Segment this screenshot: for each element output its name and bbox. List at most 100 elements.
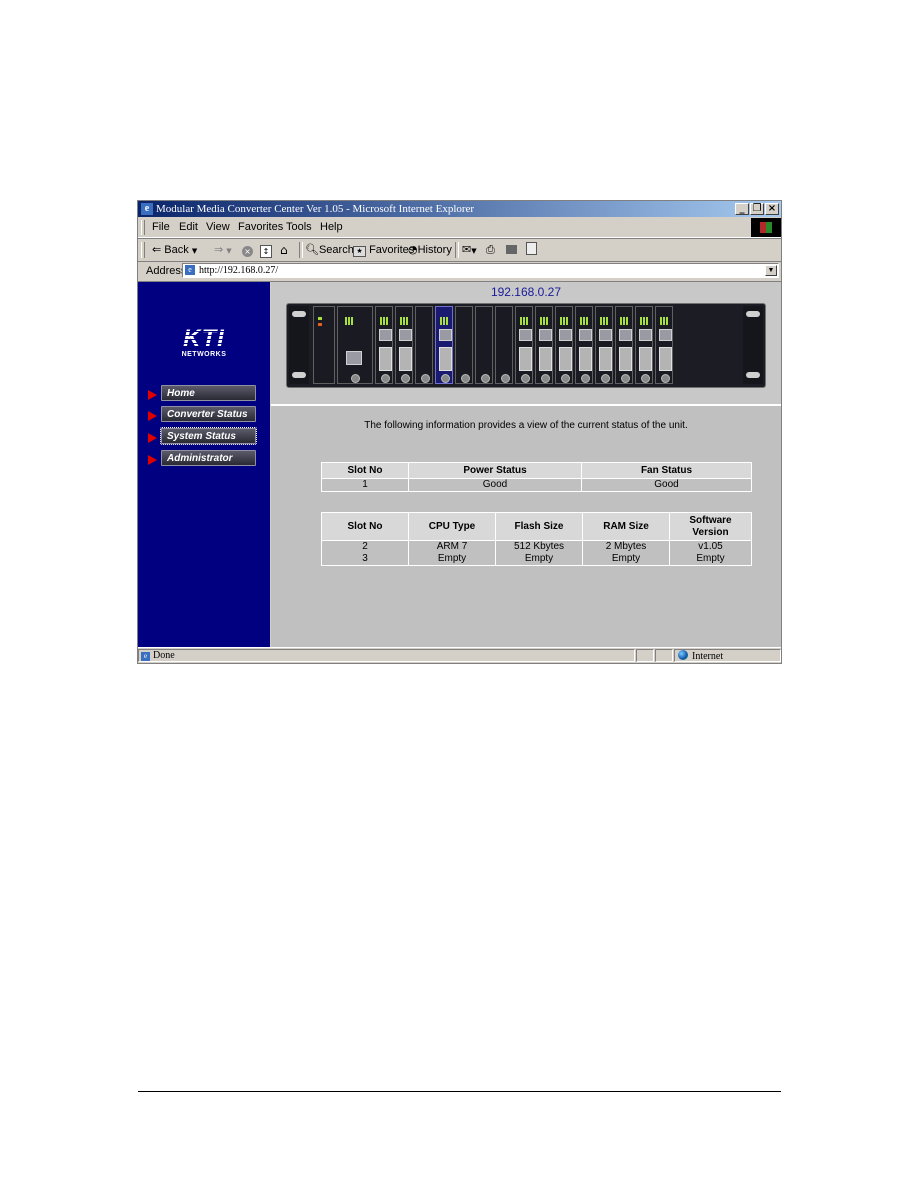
red-arrow-icon	[148, 455, 157, 465]
slot-empty[interactable]	[455, 306, 473, 384]
refresh-button[interactable]: ↕	[260, 239, 272, 261]
mail-button[interactable]: ✉▼	[462, 239, 477, 261]
address-bar: Address e http://192.168.0.27/ ▼	[138, 261, 781, 280]
thumbscrew-icon	[621, 374, 630, 383]
fiber-port-icon	[399, 347, 412, 371]
slot-module[interactable]	[375, 306, 393, 384]
menu-bar: File Edit View Favorites Tools Help	[138, 218, 781, 238]
thumbscrew-icon	[561, 374, 570, 383]
menu-view[interactable]: View	[206, 218, 230, 237]
slot-module[interactable]	[635, 306, 653, 384]
home-icon: ⌂	[280, 243, 288, 257]
thumbscrew-icon	[441, 374, 450, 383]
print-button[interactable]: ⎙	[486, 239, 495, 261]
slot-management-module[interactable]	[337, 306, 373, 384]
slot-module[interactable]	[655, 306, 673, 384]
led-icon	[660, 317, 669, 325]
toolbar-separator	[455, 242, 459, 258]
thumbscrew-icon	[521, 374, 530, 383]
restore-button[interactable]: ❐	[750, 203, 764, 215]
nav-row-home: Home	[148, 385, 258, 403]
discuss-button[interactable]	[526, 239, 537, 261]
stop-button[interactable]: ×	[242, 239, 253, 261]
standard-toolbar: ⇐ Back ▼ ⇒ ▼ × ↕ ⌂ 🔍︎Search ★ Favorites …	[138, 238, 781, 262]
slot-module[interactable]	[595, 306, 613, 384]
menu-help[interactable]: Help	[320, 218, 343, 237]
kti-logo: KTI NETWORKS	[174, 327, 234, 359]
thumbscrew-icon	[401, 374, 410, 383]
title-bar: e Modular Media Converter Center Ver 1.0…	[138, 201, 781, 217]
intro-text: The following information provides a vie…	[364, 420, 688, 431]
slot-module[interactable]	[395, 306, 413, 384]
slot-empty[interactable]	[495, 306, 513, 384]
cell-power-status: Good	[408, 478, 582, 492]
nav-converter-status-button[interactable]: Converter Status	[161, 406, 256, 422]
history-button[interactable]: ◔History	[408, 239, 452, 261]
back-button[interactable]: ⇐ Back ▼	[152, 239, 197, 261]
menu-file[interactable]: File	[152, 218, 170, 237]
address-input[interactable]: e http://192.168.0.27/ ▼	[182, 263, 779, 278]
cell-flash-size: 512 Kbytes	[495, 540, 583, 553]
address-url: http://192.168.0.27/	[199, 265, 279, 276]
rj45-port-icon	[619, 329, 632, 341]
slot-empty[interactable]	[415, 306, 433, 384]
address-dropdown-button[interactable]: ▼	[765, 265, 777, 276]
slot-module-selected[interactable]	[435, 306, 453, 384]
nav-administrator-button[interactable]: Administrator	[161, 450, 256, 466]
col-power-status: Power Status	[408, 462, 582, 479]
search-button[interactable]: 🔍︎Search	[305, 239, 354, 261]
minimize-button[interactable]: _	[735, 203, 749, 215]
main-panel: 192.168.0.27 The following information p…	[271, 282, 781, 647]
globe-icon	[678, 650, 688, 660]
col-fan-status: Fan Status	[581, 462, 752, 479]
windows-logo-icon	[751, 218, 781, 237]
status-text: Done	[153, 650, 175, 661]
status-pane-blank	[655, 649, 673, 662]
fiber-port-icon	[559, 347, 572, 371]
nav-home-button[interactable]: Home	[161, 385, 256, 401]
slot-empty[interactable]	[475, 306, 493, 384]
cell-slot-no: 1	[321, 478, 409, 492]
led-icon	[380, 317, 389, 325]
chassis-rack	[286, 303, 766, 388]
rj45-port-icon	[399, 329, 412, 341]
cell-cpu-type: ARM 7	[408, 540, 496, 553]
status-bar: e Done Internet	[138, 647, 781, 664]
nav-system-status-button[interactable]: System Status	[160, 427, 257, 445]
forward-button[interactable]: ⇒ ▼	[214, 239, 232, 261]
favorites-icon: ★	[353, 246, 366, 257]
slot-module[interactable]	[555, 306, 573, 384]
col-ram-size: RAM Size	[582, 512, 670, 541]
edit-button[interactable]	[506, 239, 517, 261]
page-icon: e	[185, 265, 195, 275]
mount-hole	[746, 311, 760, 317]
refresh-icon: ↕	[260, 245, 272, 258]
slot-module[interactable]	[615, 306, 633, 384]
forward-dropdown-icon: ▼	[226, 247, 232, 255]
slot-module[interactable]	[535, 306, 553, 384]
col-slot-no: Slot No	[321, 512, 409, 541]
favorites-button[interactable]: ★ Favorites	[353, 239, 414, 261]
table-row: 2 ARM 7 512 Kbytes 2 Mbytes v1.05	[321, 540, 752, 553]
home-button[interactable]: ⌂	[280, 239, 288, 261]
slot-power-supply[interactable]	[313, 306, 335, 384]
close-button[interactable]: ×	[765, 203, 779, 215]
table-row: 1 Good Good	[321, 478, 752, 492]
slot-module[interactable]	[575, 306, 593, 384]
menu-edit[interactable]: Edit	[179, 218, 198, 237]
table-header-row: Slot No CPU Type Flash Size RAM Size Sof…	[321, 512, 752, 541]
mail-icon: ✉	[462, 243, 472, 256]
slot-module[interactable]	[515, 306, 533, 384]
rack-ear-left	[289, 306, 309, 384]
led-icon	[400, 317, 409, 325]
menu-tools[interactable]: Tools	[286, 218, 312, 237]
toolbar-separator	[299, 242, 303, 258]
back-dropdown-icon[interactable]: ▼	[192, 240, 197, 262]
thumbscrew-icon	[661, 374, 670, 383]
rj45-port-icon	[579, 329, 592, 341]
thumbscrew-icon	[641, 374, 650, 383]
menu-favorites[interactable]: Favorites	[238, 218, 283, 237]
rj45-port-icon	[559, 329, 572, 341]
toolbar-grip	[141, 242, 145, 258]
nav-row-system-status: System Status	[148, 427, 258, 446]
